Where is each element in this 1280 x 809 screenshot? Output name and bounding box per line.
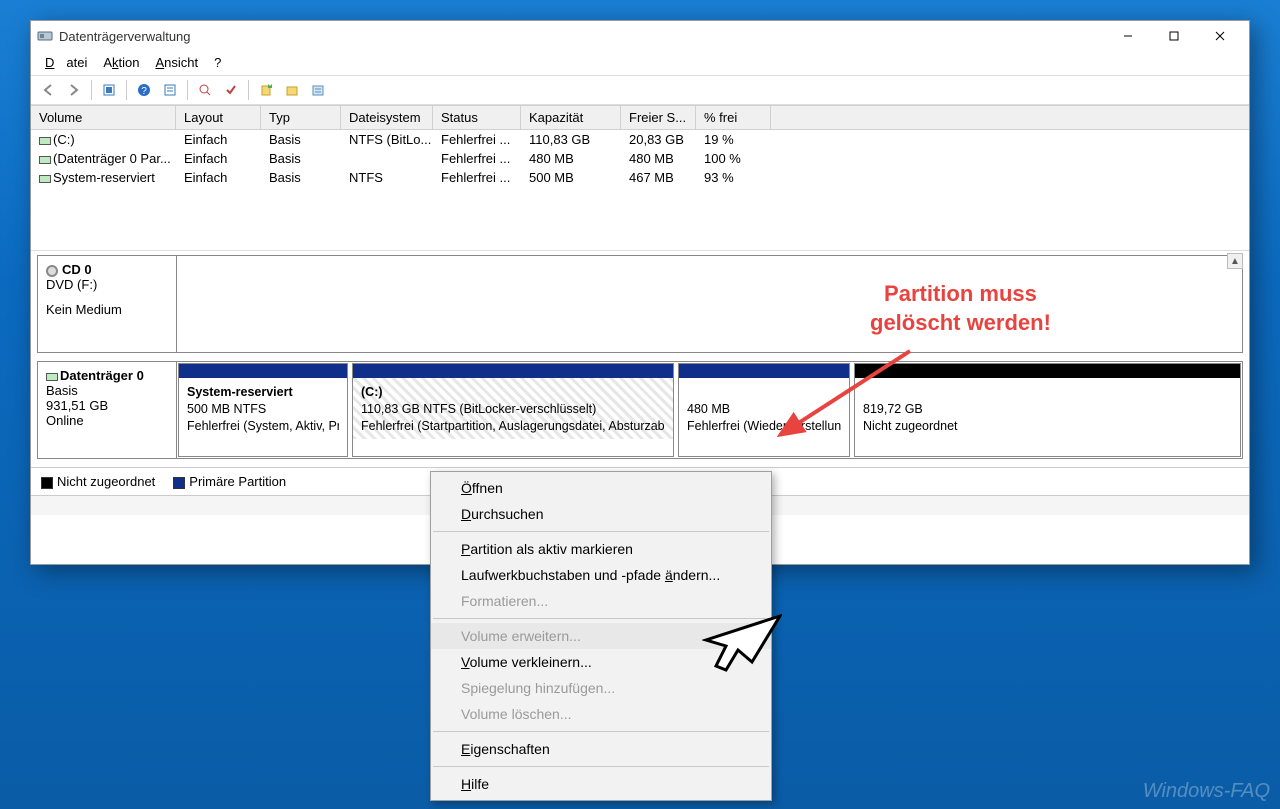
volume-list-header: Volume Layout Typ Dateisystem Status Kap… — [31, 105, 1249, 130]
cd-icon — [46, 265, 58, 277]
cm-format: Formatieren... — [431, 588, 771, 614]
partition-c[interactable]: (C:) 110,83 GB NTFS (BitLocker-verschlüs… — [352, 363, 674, 457]
nav-forward-icon[interactable] — [63, 79, 85, 101]
partition-system-reserved[interactable]: System-reserviert 500 MB NTFS Fehlerfrei… — [178, 363, 348, 457]
drive-icon — [39, 137, 51, 145]
cm-help[interactable]: Hilfe — [431, 771, 771, 797]
scan-icon[interactable] — [194, 79, 216, 101]
col-header-type[interactable]: Typ — [261, 106, 341, 129]
minimize-button[interactable] — [1105, 21, 1151, 51]
col-header-volume[interactable]: Volume — [31, 106, 176, 129]
disk-graphical-view: ▲ CD 0 DVD (F:) Kein Medium Datenträger … — [31, 251, 1249, 495]
cm-properties[interactable]: Eigenschaften — [431, 736, 771, 762]
disk-label-disk0: Datenträger 0 Basis 931,51 GB Online — [37, 361, 177, 459]
menu-action[interactable]: Aktion — [97, 53, 145, 72]
disk-label-cd0: CD 0 DVD (F:) Kein Medium — [37, 255, 177, 353]
scroll-up-icon[interactable]: ▲ — [1227, 253, 1243, 269]
properties-icon[interactable] — [307, 79, 329, 101]
col-header-pctfree[interactable]: % frei — [696, 106, 771, 129]
cm-delete-volume: Volume löschen... — [431, 701, 771, 727]
cursor-pointer-icon — [702, 612, 782, 672]
watermark: Windows-FAQ — [1143, 780, 1270, 803]
titlebar[interactable]: Datenträgerverwaltung — [31, 21, 1249, 51]
annotation-text: Partition muss gelöscht werden! — [870, 280, 1051, 337]
menu-file[interactable]: Datei — [39, 53, 93, 72]
toolbar-separator — [248, 80, 249, 100]
drive-icon — [39, 175, 51, 183]
cm-add-mirror: Spiegelung hinzufügen... — [431, 675, 771, 701]
toolbar-separator — [126, 80, 127, 100]
partition-bar — [353, 364, 673, 378]
volume-list-body: (C:) Einfach Basis NTFS (BitLo... Fehler… — [31, 130, 1249, 250]
app-icon — [37, 28, 53, 44]
volume-list: Volume Layout Typ Dateisystem Status Kap… — [31, 105, 1249, 251]
toolbar-separator — [91, 80, 92, 100]
window-controls — [1105, 21, 1243, 51]
col-header-layout[interactable]: Layout — [176, 106, 261, 129]
toolbar-separator — [187, 80, 188, 100]
new-icon[interactable] — [255, 79, 277, 101]
col-header-spacer — [771, 106, 1249, 129]
nav-back-icon[interactable] — [37, 79, 59, 101]
annotation-arrow-icon — [760, 345, 930, 455]
cm-separator — [433, 766, 769, 767]
drive-icon — [39, 156, 51, 164]
folder-icon[interactable] — [281, 79, 303, 101]
col-header-fs[interactable]: Dateisystem — [341, 106, 433, 129]
cm-separator — [433, 731, 769, 732]
cm-open[interactable]: Öffnen — [431, 475, 771, 501]
volume-row[interactable]: (C:) Einfach Basis NTFS (BitLo... Fehler… — [31, 130, 1249, 149]
toolbar: ? — [31, 75, 1249, 105]
disk0-partitions: System-reserviert 500 MB NTFS Fehlerfrei… — [177, 361, 1243, 459]
menu-help[interactable]: ? — [208, 53, 227, 72]
volume-row[interactable]: (Datenträger 0 Par... Einfach Basis Fehl… — [31, 149, 1249, 168]
svg-text:?: ? — [141, 86, 147, 97]
drive-icon — [46, 373, 58, 381]
volume-row[interactable]: System-reserviert Einfach Basis NTFS Feh… — [31, 168, 1249, 187]
check-icon[interactable] — [220, 79, 242, 101]
help-icon[interactable]: ? — [133, 79, 155, 101]
cm-mark-active[interactable]: Partition als aktiv markieren — [431, 536, 771, 562]
col-header-capacity[interactable]: Kapazität — [521, 106, 621, 129]
partition-bar — [179, 364, 347, 378]
window-title: Datenträgerverwaltung — [59, 29, 191, 44]
cd0-empty-area — [177, 255, 1243, 353]
menubar: Datei Aktion Ansicht ? — [31, 51, 1249, 75]
disk-row-disk0[interactable]: Datenträger 0 Basis 931,51 GB Online Sys… — [37, 361, 1243, 459]
menu-view[interactable]: Ansicht — [150, 53, 205, 72]
col-header-free[interactable]: Freier S... — [621, 106, 696, 129]
cm-change-drive-letter[interactable]: Laufwerkbuchstaben und -pfade ändern... — [431, 562, 771, 588]
legend-unallocated: Nicht zugeordnet — [41, 474, 155, 489]
disk-row-cd0[interactable]: CD 0 DVD (F:) Kein Medium — [37, 255, 1243, 353]
close-button[interactable] — [1197, 21, 1243, 51]
refresh-icon[interactable] — [98, 79, 120, 101]
maximize-button[interactable] — [1151, 21, 1197, 51]
settings-icon[interactable] — [159, 79, 181, 101]
cm-separator — [433, 531, 769, 532]
legend-primary: Primäre Partition — [173, 474, 286, 489]
cm-browse[interactable]: Durchsuchen — [431, 501, 771, 527]
col-header-status[interactable]: Status — [433, 106, 521, 129]
